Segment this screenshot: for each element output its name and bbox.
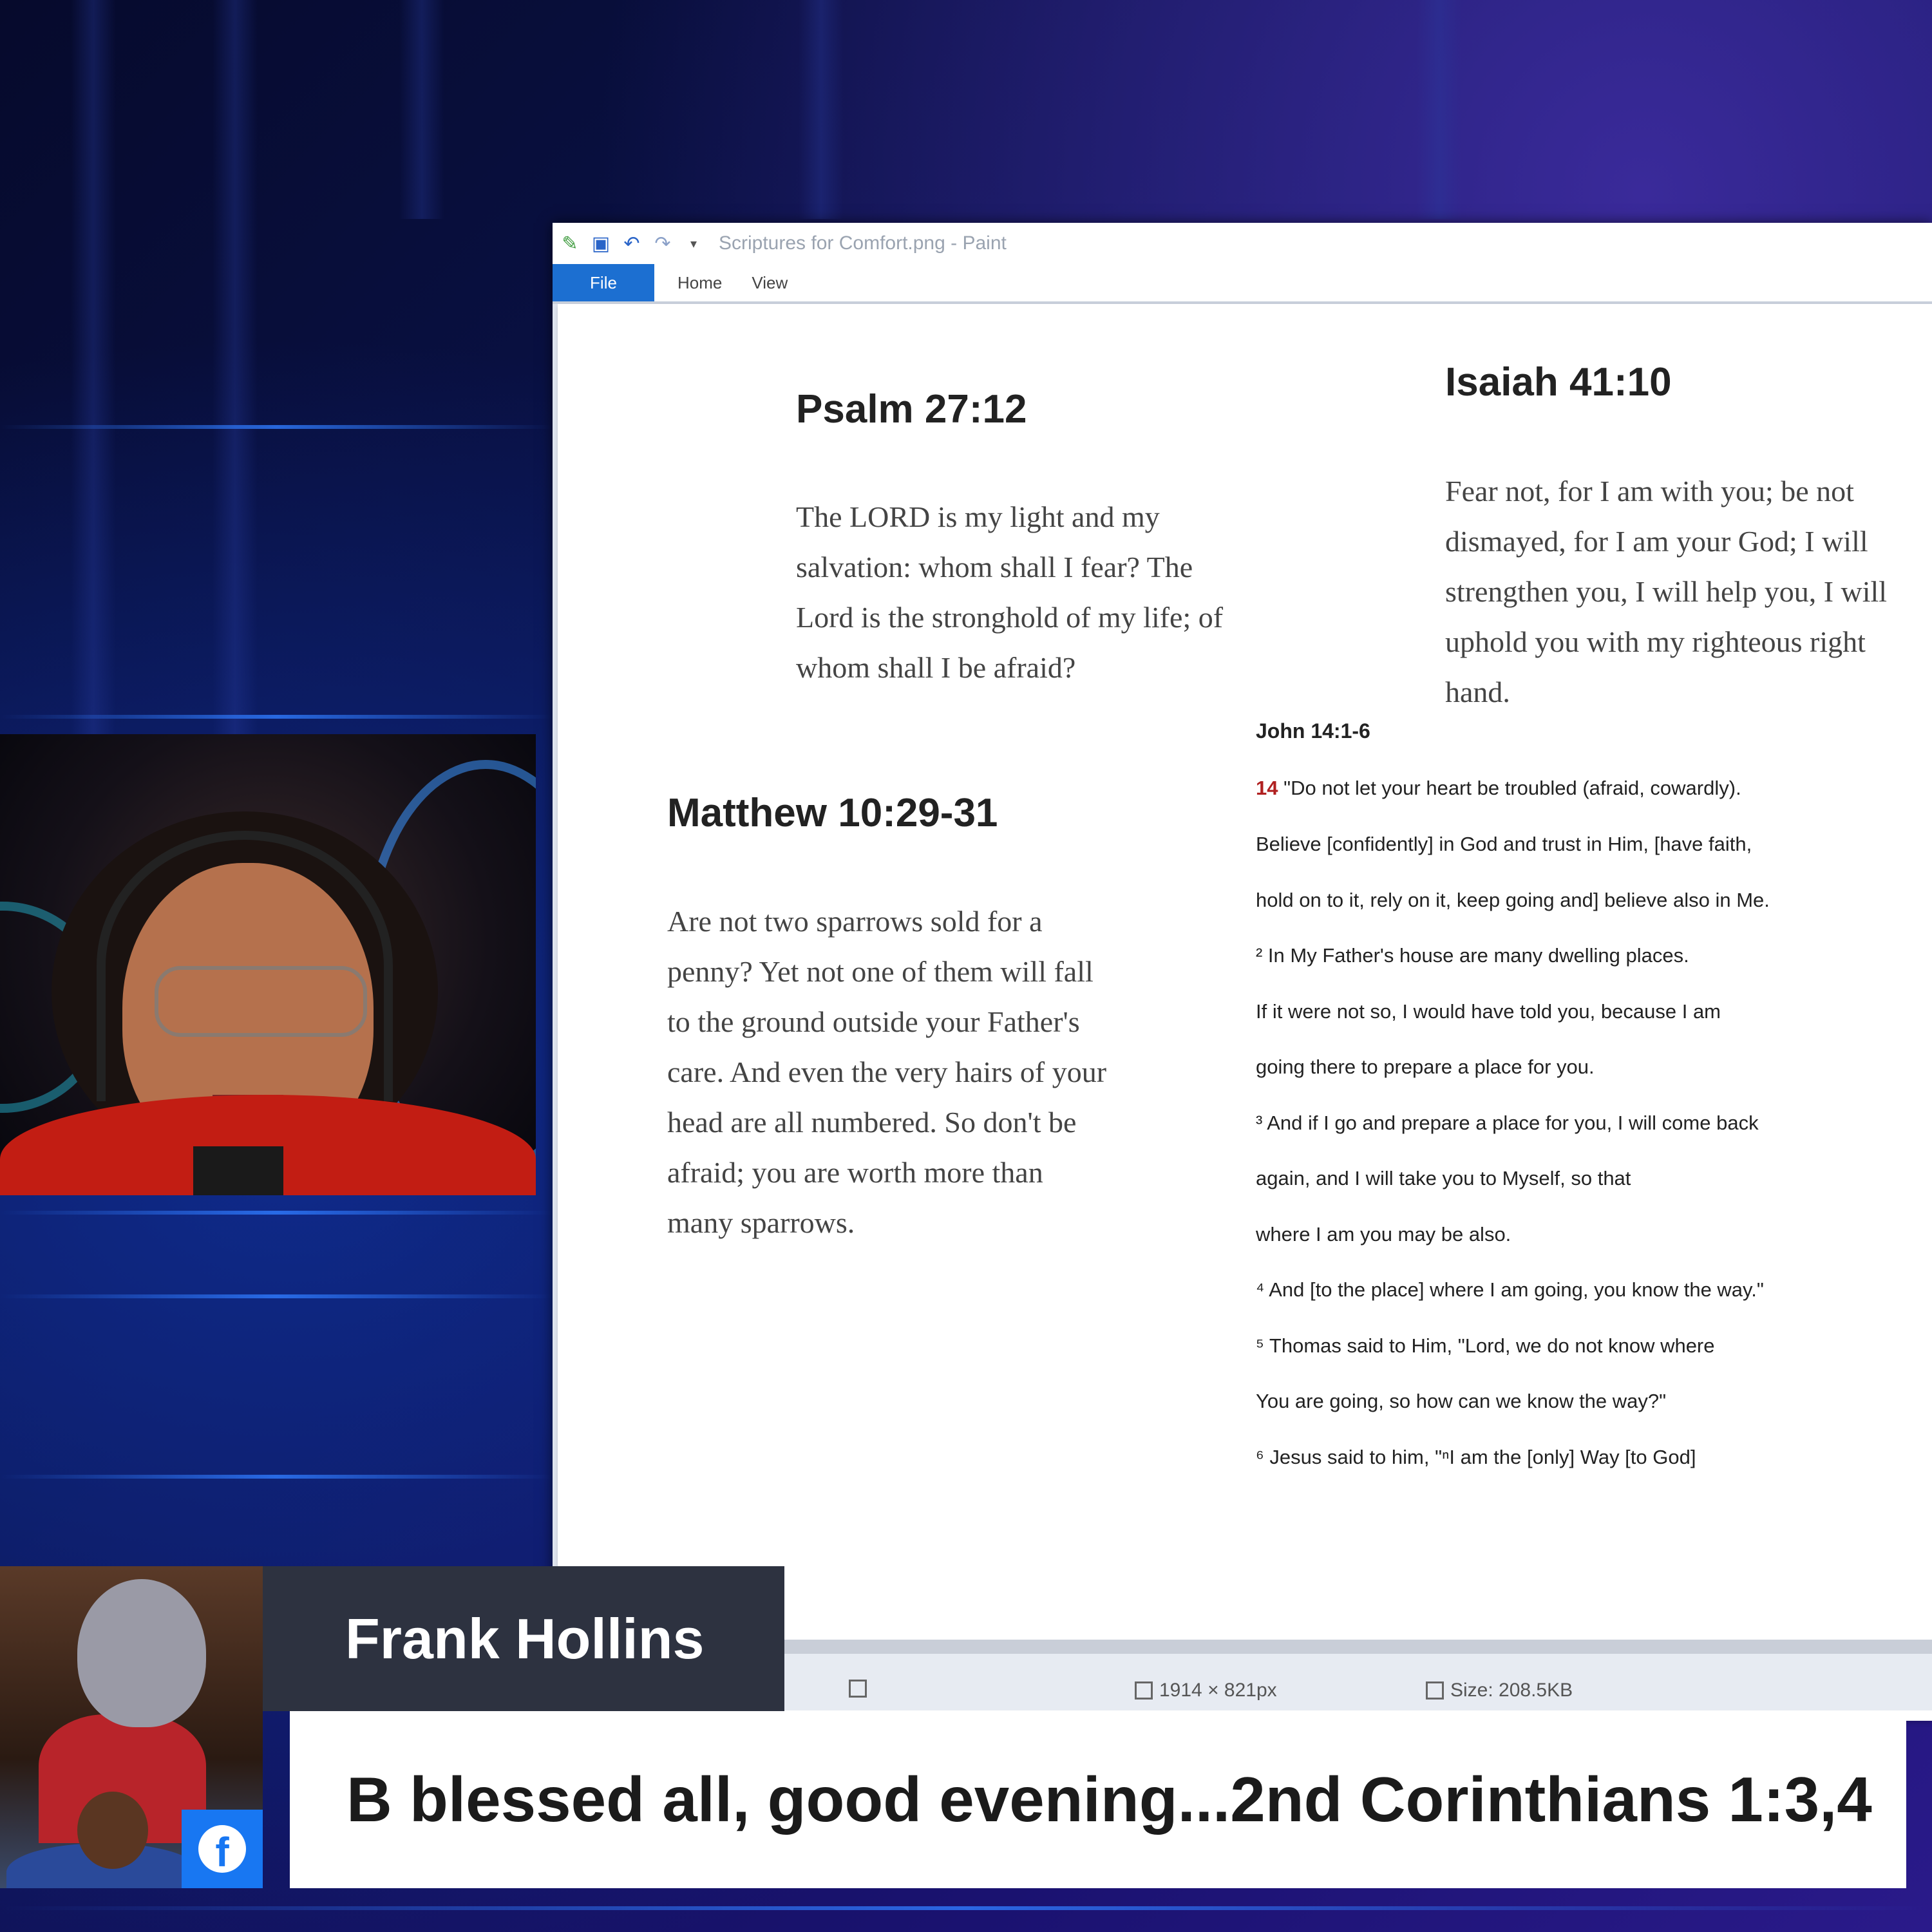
bg-light-beam bbox=[0, 715, 553, 719]
bg-pillar bbox=[1417, 0, 1462, 219]
commenter-name-bar: Frank Hollins bbox=[263, 1566, 784, 1711]
status-file-size: Size: 208.5KB bbox=[1426, 1680, 1573, 1701]
john-line: ³ And if I go and prepare a place for yo… bbox=[1256, 1112, 1759, 1134]
john-line: Believe [confidently] in God and trust i… bbox=[1256, 833, 1752, 855]
undo-icon[interactable]: ↶ bbox=[621, 232, 643, 254]
paint-titlebar: ✎ ▣ ↶ ↷ ▾ Scriptures for Comfort.png - P… bbox=[553, 223, 1932, 264]
john-line: You are going, so how can we know the wa… bbox=[1256, 1390, 1667, 1412]
verse-line: Are not two sparrows sold for a bbox=[667, 905, 1043, 938]
tab-view[interactable]: View bbox=[745, 264, 811, 301]
bg-light-beam bbox=[0, 1211, 553, 1215]
quick-access-toolbar: ✎ ▣ ↶ ↷ ▾ bbox=[559, 232, 705, 254]
psalm-text: The LORD is my light and my salvation: w… bbox=[796, 492, 1223, 693]
verse-line: strengthen you, I will help you, I will bbox=[1445, 575, 1888, 608]
customize-toolbar-icon[interactable]: ▾ bbox=[683, 232, 705, 254]
verse-line: salvation: whom shall I fear? The bbox=[796, 551, 1193, 583]
bg-pillar bbox=[71, 0, 116, 734]
paint-window: ✎ ▣ ↶ ↷ ▾ Scriptures for Comfort.png - P… bbox=[553, 223, 1932, 1721]
verse-number: 14 bbox=[1256, 777, 1278, 799]
tab-file[interactable]: File bbox=[553, 264, 654, 301]
disk-icon bbox=[1426, 1681, 1444, 1700]
john-line: again, and I will take you to Myself, so… bbox=[1256, 1167, 1631, 1189]
selection-icon bbox=[849, 1680, 867, 1698]
bg-pillar bbox=[213, 0, 258, 734]
redo-icon[interactable]: ↷ bbox=[652, 232, 674, 254]
commenter-name: Frank Hollins bbox=[345, 1606, 705, 1671]
status-dimensions: 1914 × 821px bbox=[1135, 1680, 1277, 1701]
verse-line: dismayed, for I am your God; I will bbox=[1445, 525, 1868, 558]
verse-line: many sparrows. bbox=[667, 1206, 855, 1239]
comment-text: B blessed all, good evening...2nd Corint… bbox=[346, 1764, 1872, 1835]
john-line: going there to prepare a place for you. bbox=[1256, 1056, 1595, 1078]
john-line: 14 "Do not let your heart be troubled (a… bbox=[1256, 777, 1741, 800]
bg-light-beam bbox=[0, 425, 553, 429]
matthew-text: Are not two sparrows sold for a penny? Y… bbox=[667, 896, 1106, 1248]
verse-line: penny? Yet not one of them will fall bbox=[667, 955, 1094, 988]
presenter-scarf bbox=[193, 1146, 283, 1195]
dimensions-text: 1914 × 821px bbox=[1159, 1680, 1277, 1701]
paint-app-icon[interactable]: ✎ bbox=[559, 232, 581, 254]
window-title: Scriptures for Comfort.png - Paint bbox=[719, 232, 1007, 254]
isaiah-reference: Isaiah 41:10 bbox=[1445, 360, 1672, 404]
john-line: hold on to it, rely on it, keep going an… bbox=[1256, 889, 1770, 911]
john-line: ⁴ And [to the place] where I am going, y… bbox=[1256, 1278, 1764, 1301]
scripture-image: Psalm 27:12 The LORD is my light and my … bbox=[558, 304, 1932, 1721]
john-line: ² In My Father's house are many dwelling… bbox=[1256, 944, 1689, 967]
person-head bbox=[77, 1792, 148, 1869]
bg-light-beam bbox=[0, 1906, 1932, 1910]
mascot-head bbox=[77, 1579, 206, 1727]
john-line: where I am you may be also. bbox=[1256, 1223, 1511, 1245]
isaiah-text: Fear not, for I am with you; be not dism… bbox=[1445, 466, 1887, 717]
tab-home[interactable]: Home bbox=[654, 264, 745, 301]
verse-line: whom shall I be afraid? bbox=[796, 651, 1076, 684]
john-line: If it were not so, I would have told you… bbox=[1256, 1000, 1721, 1023]
comment-bar: B blessed all, good evening...2nd Corint… bbox=[290, 1711, 1906, 1888]
verse-line: to the ground outside your Father's bbox=[667, 1005, 1080, 1038]
bg-light-beam bbox=[0, 1294, 553, 1298]
bg-pillar bbox=[799, 0, 844, 219]
verse-line: Lord is the stronghold of my life; of bbox=[796, 601, 1224, 634]
verse-line: head are all numbered. So don't be bbox=[667, 1106, 1077, 1139]
verse-line: hand. bbox=[1445, 676, 1510, 708]
canvas-size-icon bbox=[1135, 1681, 1153, 1700]
john-reference: John 14:1-6 bbox=[1256, 719, 1370, 743]
save-icon[interactable]: ▣ bbox=[590, 232, 612, 254]
bg-pillar bbox=[399, 0, 444, 219]
status-selection bbox=[849, 1680, 867, 1698]
verse-line: The LORD is my light and my bbox=[796, 500, 1160, 533]
verse-line: "Do not let your heart be troubled (afra… bbox=[1283, 777, 1741, 799]
facebook-icon: f bbox=[198, 1825, 246, 1873]
john-line: ⁶ Jesus said to him, "ⁿI am the [only] W… bbox=[1256, 1446, 1696, 1468]
john-line: ⁵ Thomas said to Him, "Lord, we do not k… bbox=[1256, 1334, 1715, 1357]
bg-light-beam bbox=[0, 1475, 553, 1479]
glasses bbox=[155, 966, 367, 1037]
webcam-feed bbox=[0, 734, 536, 1195]
psalm-reference: Psalm 27:12 bbox=[796, 387, 1027, 431]
verse-line: afraid; you are worth more than bbox=[667, 1156, 1043, 1189]
verse-line: Fear not, for I am with you; be not bbox=[1445, 475, 1854, 507]
file-size-text: Size: 208.5KB bbox=[1450, 1680, 1573, 1701]
ribbon-tabs: File Home View bbox=[553, 264, 1932, 304]
matthew-reference: Matthew 10:29-31 bbox=[667, 791, 998, 835]
verse-line: uphold you with my righteous right bbox=[1445, 625, 1866, 658]
facebook-badge: f bbox=[182, 1810, 263, 1888]
verse-line: care. And even the very hairs of your bbox=[667, 1056, 1107, 1088]
